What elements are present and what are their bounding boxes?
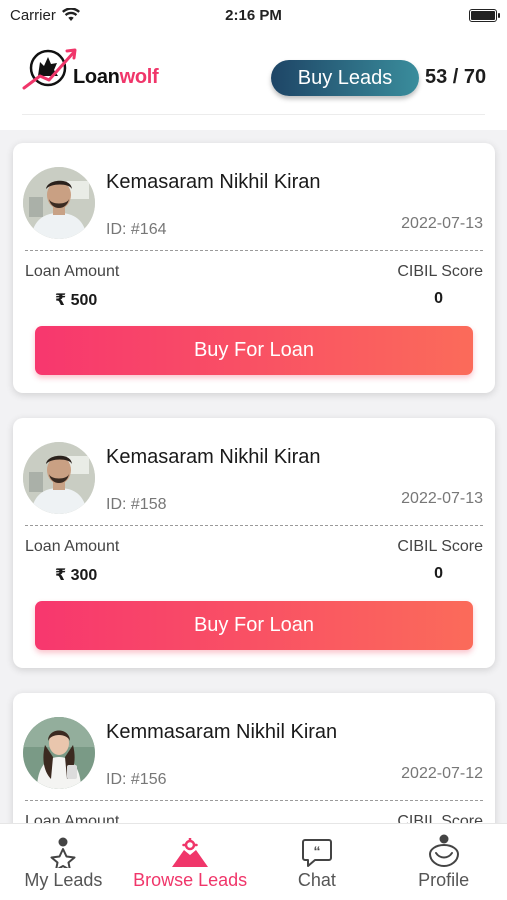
cibil-score-label: CIBIL Score xyxy=(397,813,483,823)
cibil-score-value: 0 xyxy=(434,290,443,307)
dashed-divider xyxy=(25,525,483,526)
tab-label: Browse Leads xyxy=(133,870,248,890)
header-divider xyxy=(22,114,485,115)
lead-card: Kemasaram Nikhil Kiran ID: #164 2022-07-… xyxy=(13,143,495,393)
tab-chat[interactable]: “ Chat xyxy=(254,824,381,900)
app-header: Loanwolf Buy Leads 53 / 70 xyxy=(0,30,507,130)
lead-name: Kemasaram Nikhil Kiran xyxy=(106,171,321,193)
status-bar: Carrier 2:16 PM xyxy=(0,0,507,30)
leads-list[interactable]: Kemasaram Nikhil Kiran ID: #164 2022-07-… xyxy=(0,130,507,823)
my-leads-icon xyxy=(50,837,76,868)
lead-id: ID: #158 xyxy=(106,496,167,513)
lead-date: 2022-07-13 xyxy=(401,215,483,232)
loan-amount-label: Loan Amount xyxy=(25,813,120,823)
tab-label: Profile xyxy=(418,870,470,890)
lead-avatar xyxy=(23,167,95,239)
lead-date: 2022-07-12 xyxy=(401,765,483,782)
dashed-divider xyxy=(25,250,483,251)
lead-avatar xyxy=(23,717,95,789)
tab-my-leads[interactable]: My Leads xyxy=(0,824,127,900)
buy-for-loan-button[interactable]: Buy For Loan xyxy=(35,601,473,650)
lead-count: 53 / 70 xyxy=(425,66,487,88)
lead-date: 2022-07-13 xyxy=(401,490,483,507)
tab-profile[interactable]: Profile xyxy=(380,824,507,900)
lead-id: ID: #164 xyxy=(106,221,167,238)
tab-browse-leads[interactable]: Browse Leads xyxy=(127,824,254,900)
loan-amount-label: Loan Amount xyxy=(25,263,120,280)
logo-text-loan: Loan xyxy=(73,66,120,88)
battery-icon xyxy=(469,8,500,22)
carrier-label: Carrier xyxy=(10,6,56,24)
tab-label: Chat xyxy=(297,870,336,890)
cibil-score-label: CIBIL Score xyxy=(397,263,483,280)
lead-card: Kemasaram Nikhil Kiran ID: #158 2022-07-… xyxy=(13,418,495,668)
wifi-icon xyxy=(61,8,80,21)
loanwolf-logo: Loanwolf xyxy=(22,42,172,94)
loan-amount-value: ₹ 500 xyxy=(55,292,98,309)
loan-amount-value: ₹ 300 xyxy=(55,567,98,584)
logo-text-wolf: wolf xyxy=(119,66,159,88)
tab-label: My Leads xyxy=(24,870,103,890)
chat-icon: “ xyxy=(301,839,332,867)
buy-leads-button[interactable]: Buy Leads xyxy=(271,60,419,96)
profile-icon xyxy=(428,834,459,868)
dashed-divider xyxy=(25,800,483,801)
svg-text:“: “ xyxy=(313,843,320,859)
cibil-score-label: CIBIL Score xyxy=(397,538,483,555)
lead-id: ID: #156 xyxy=(106,771,167,788)
lead-avatar xyxy=(23,442,95,514)
bottom-tab-bar: My Leads Browse Leads “ Chat Profile xyxy=(0,823,507,900)
cibil-score-value: 0 xyxy=(434,565,443,582)
loan-amount-label: Loan Amount xyxy=(25,538,120,555)
buy-for-loan-button[interactable]: Buy For Loan xyxy=(35,326,473,375)
lead-name: Kemasaram Nikhil Kiran xyxy=(106,446,321,468)
lead-name: Kemmasaram Nikhil Kiran xyxy=(106,721,338,743)
browse-leads-icon xyxy=(172,838,209,867)
lead-card: Kemmasaram Nikhil Kiran ID: #156 2022-07… xyxy=(13,693,495,823)
